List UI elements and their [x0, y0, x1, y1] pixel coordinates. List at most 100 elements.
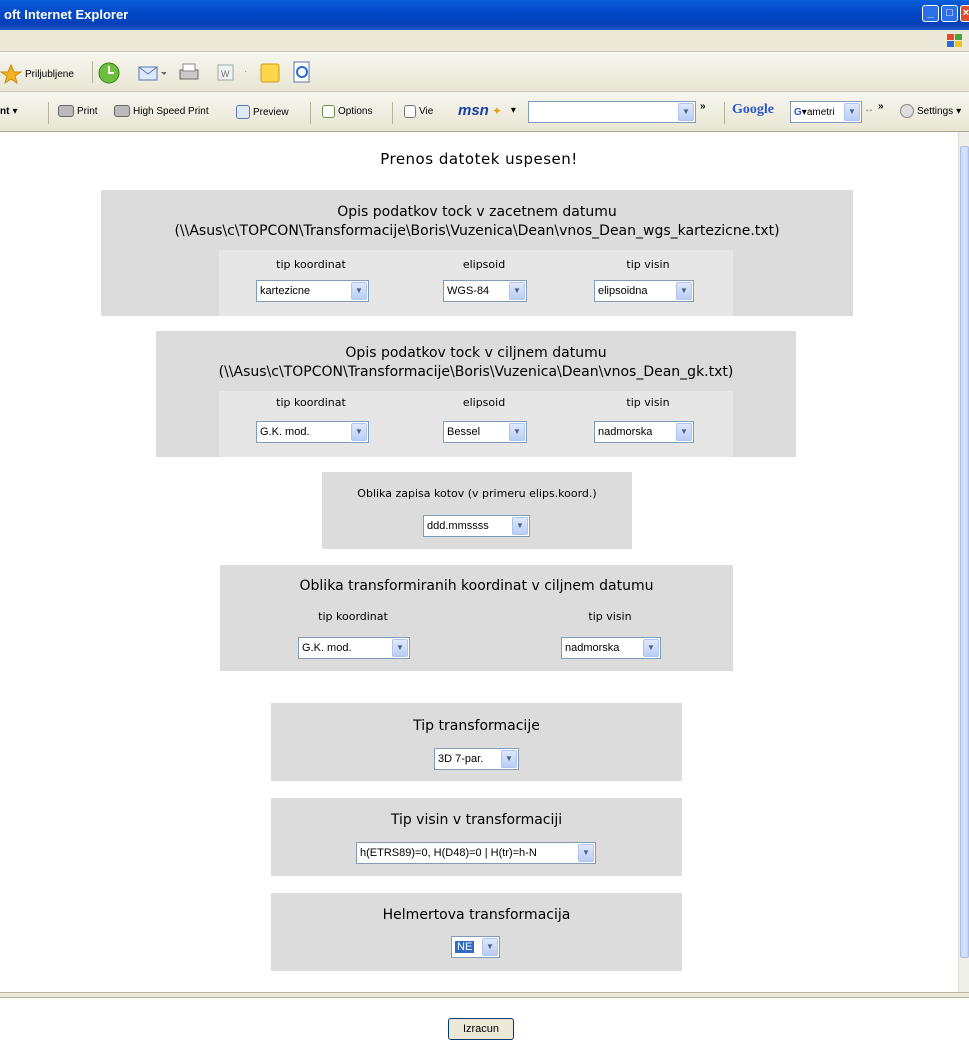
msn-menu[interactable]: msn ✦ ▾: [458, 102, 516, 119]
favorites-label: Priljubljene: [25, 68, 74, 80]
helmert-panel: Helmertova transformacija: [271, 893, 682, 971]
target-height-type-label: tip visin: [626, 396, 670, 409]
chevron-more-icon[interactable]: »: [700, 101, 706, 112]
chevron-down-icon[interactable]: ▼: [678, 103, 694, 121]
target-file-path: (\\Asus\c\TOPCON\Transformacije\Boris\Vu…: [218, 364, 734, 380]
preview-button[interactable]: Preview: [236, 105, 289, 119]
chevron-down-icon[interactable]: ▼: [844, 103, 860, 121]
output-height-type-select[interactable]: nadmorska ▼: [561, 637, 661, 659]
calculate-button[interactable]: Izracun: [448, 1018, 514, 1040]
angle-format-title: Oblika zapisa kotov (v primeru elips.koo…: [357, 487, 597, 500]
print-button[interactable]: Print: [58, 105, 98, 117]
scrollbar-thumb[interactable]: [960, 146, 969, 958]
msn-logo: msn: [458, 102, 489, 119]
toolbar-divider: [724, 102, 725, 124]
preview-icon: [236, 105, 250, 119]
output-height-type-label: tip visin: [588, 610, 632, 623]
window-title: oft Internet Explorer: [4, 7, 129, 22]
left-cut-menu[interactable]: nt ▾: [0, 106, 17, 117]
chevron-down-icon[interactable]: ▼: [482, 938, 498, 956]
output-coord-type-select[interactable]: G.K. mod. ▼: [298, 637, 410, 659]
vertical-scrollbar[interactable]: [958, 132, 969, 992]
history-icon[interactable]: [96, 61, 122, 85]
chevron-down-icon[interactable]: ▼: [578, 844, 594, 862]
source-ellipsoid-label: elipsoid: [462, 258, 506, 271]
chevron-down-icon[interactable]: ▼: [351, 423, 367, 441]
dropdown-dot-icon: ·: [244, 66, 248, 77]
printer-icon: [114, 105, 130, 117]
high-speed-print-button[interactable]: High Speed Print: [114, 105, 209, 117]
transformation-type-select[interactable]: 3D 7-par. ▼: [434, 748, 519, 770]
toolbar-divider: [48, 102, 49, 124]
target-coord-type-select[interactable]: G.K. mod. ▼: [256, 421, 369, 443]
favorites-star-icon: [0, 64, 22, 84]
chevron-down-icon[interactable]: ▼: [509, 423, 525, 441]
frame-divider[interactable]: [0, 992, 969, 998]
checkbox-icon: [322, 105, 335, 118]
chevron-down-icon[interactable]: ▼: [512, 517, 528, 535]
print-label: Print: [77, 105, 98, 117]
favorites-button[interactable]: Priljubljene: [0, 64, 74, 84]
toolbar-divider: [310, 102, 311, 124]
options-label: Options: [338, 106, 373, 117]
view-label: Vie: [419, 106, 434, 117]
chevron-down-icon[interactable]: ▼: [501, 750, 517, 768]
view-button[interactable]: Vie: [404, 105, 433, 118]
angle-format-panel: Oblika zapisa kotov (v primeru elips.koo…: [322, 472, 632, 549]
height-transformation-select[interactable]: h(ETRS89)=0, H(D48)=0 | H(tr)=h-N ▼: [356, 842, 596, 864]
output-format-title: Oblika transformiranih koordinat v ciljn…: [299, 578, 654, 594]
target-coord-type-label: tip koordinat: [276, 396, 346, 409]
toolbar-divider: [92, 61, 93, 83]
height-transformation-panel: Tip visin v transformaciji: [271, 798, 682, 876]
target-title: Opis podatkov tock v ciljnem datumu: [345, 345, 607, 361]
standard-toolbar: Priljubljene W ·: [0, 52, 969, 92]
chevron-down-icon[interactable]: ▼: [509, 282, 525, 300]
chevron-down-icon: ▾: [510, 105, 516, 116]
mail-icon[interactable]: [136, 61, 166, 85]
target-height-type-select[interactable]: nadmorska ▼: [594, 421, 694, 443]
left-cut-label: nt: [0, 106, 10, 117]
menu-bar: [0, 30, 969, 52]
msn-butterfly-icon: ✦: [491, 103, 502, 118]
printer-icon: [58, 105, 74, 117]
helmert-select[interactable]: NE ▼: [451, 936, 500, 958]
window-titlebar: oft Internet Explorer _ □ ×: [0, 0, 969, 30]
success-message: Prenos datotek uspesen!: [380, 150, 578, 168]
chevron-more-icon[interactable]: »: [878, 101, 884, 112]
toolbar-divider: [392, 102, 393, 124]
settings-button[interactable]: Settings ▾: [900, 104, 961, 118]
source-height-type-select[interactable]: elipsoidna ▼: [594, 280, 694, 302]
target-ellipsoid-label: elipsoid: [462, 396, 506, 409]
options-button[interactable]: Options: [322, 105, 372, 118]
close-button[interactable]: ×: [960, 5, 969, 22]
high-speed-print-label: High Speed Print: [133, 105, 209, 117]
google-logo: Google: [732, 102, 774, 117]
chevron-down-icon[interactable]: ▼: [643, 639, 659, 657]
resize-handle-icon[interactable]: ↔: [864, 104, 874, 115]
maximize-button[interactable]: □: [941, 5, 958, 22]
source-coord-type-select[interactable]: kartezicne ▼: [256, 280, 369, 302]
chevron-down-icon[interactable]: ▼: [351, 282, 367, 300]
settings-icon: [900, 104, 914, 118]
chevron-down-icon: ▾: [956, 105, 962, 117]
chevron-down-icon[interactable]: ▼: [676, 423, 692, 441]
sticky-note-icon[interactable]: [258, 61, 282, 85]
msn-search-input[interactable]: ▼: [528, 101, 696, 123]
source-title: Opis podatkov tock v zacetnem datumu: [337, 204, 617, 220]
source-file-path: (\\Asus\c\TOPCON\Transformacije\Boris\Vu…: [174, 223, 780, 239]
source-height-type-label: tip visin: [626, 258, 670, 271]
google-search-input[interactable]: G ▾ ametri ▼: [790, 101, 862, 123]
target-ellipsoid-select[interactable]: Bessel ▼: [443, 421, 527, 443]
google-toolbar: Google: [732, 102, 774, 118]
minimize-button[interactable]: _: [922, 5, 939, 22]
google-g-icon: G: [794, 106, 802, 118]
svg-text:W: W: [221, 69, 230, 79]
chevron-down-icon[interactable]: ▼: [392, 639, 408, 657]
edit-word-icon[interactable]: W: [216, 63, 236, 83]
print-icon[interactable]: [176, 61, 202, 85]
research-icon[interactable]: [290, 60, 316, 86]
chevron-down-icon[interactable]: ▼: [676, 282, 692, 300]
source-ellipsoid-select[interactable]: WGS-84 ▼: [443, 280, 527, 302]
angle-format-select[interactable]: ddd.mmssss ▼: [423, 515, 530, 537]
chevron-down-icon: ▾: [12, 106, 18, 117]
